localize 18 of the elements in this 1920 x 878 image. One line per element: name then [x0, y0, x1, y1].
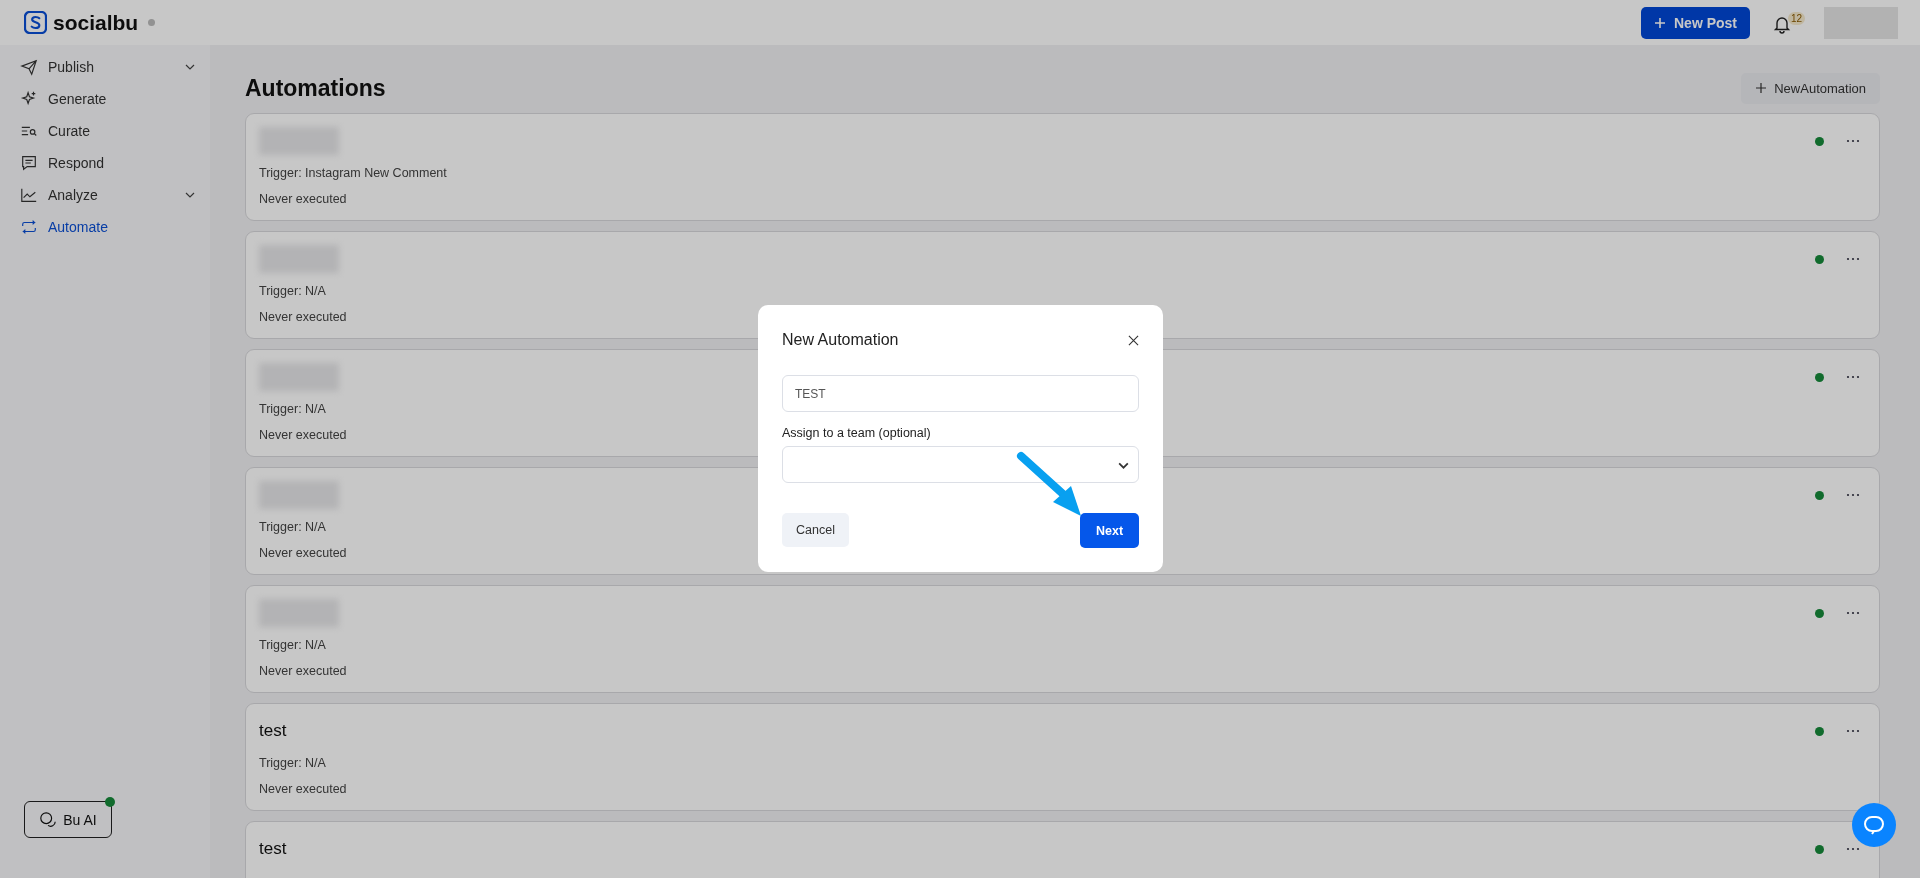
trigger-text: Trigger: N/A [259, 401, 326, 418]
brand-name: socialbu [53, 10, 139, 35]
trigger-text: Trigger: N/A [259, 283, 326, 300]
trigger-text: Trigger: Instagram New Comment [259, 165, 447, 182]
execution-status: Never executed [259, 309, 347, 326]
trigger-text: Trigger: N/A [259, 755, 326, 772]
trigger-text: Trigger: N/A [259, 637, 326, 654]
execution-status: Never executed [259, 545, 347, 562]
notification-badge: 12 [1788, 11, 1806, 25]
automation-name: test [259, 839, 287, 859]
execution-status: Never executed [259, 191, 347, 208]
execution-status: Never executed [259, 781, 347, 798]
trigger-text: Trigger: N/A [259, 519, 326, 536]
automation-name: test [259, 721, 287, 741]
page-title: Automations [245, 74, 386, 102]
field-label: Assign to a team (optional) [782, 426, 932, 440]
execution-status: Never executed [259, 663, 347, 680]
execution-status: Never executed [259, 427, 347, 444]
